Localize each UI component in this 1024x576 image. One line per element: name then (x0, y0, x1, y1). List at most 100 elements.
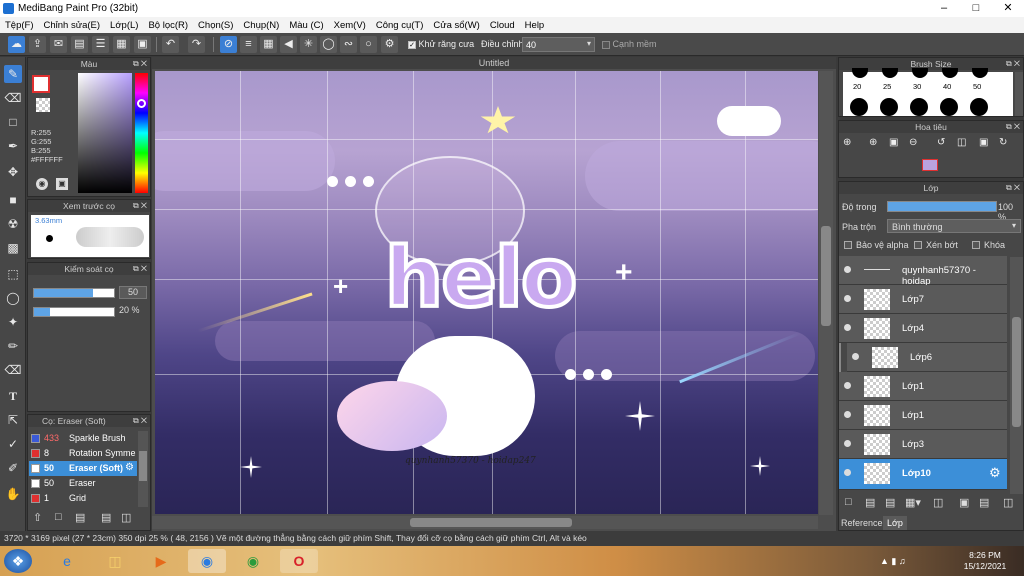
eyedropper-tool-icon[interactable]: ✓ (4, 435, 22, 453)
maximize-button[interactable]: □ (960, 0, 992, 17)
opacity-slider[interactable] (33, 307, 115, 317)
undo-icon[interactable]: ↶ (162, 36, 179, 53)
menu-layer[interactable]: Lớp(L) (105, 20, 143, 31)
redo-icon[interactable]: ↷ (188, 36, 205, 53)
internet-explorer-icon[interactable]: e (48, 549, 86, 573)
merge-down-icon[interactable]: ▤ (979, 496, 989, 509)
shape-tool-icon[interactable]: ■ (4, 191, 22, 209)
flip-icon[interactable]: ◫ (957, 137, 966, 148)
text-tool-icon[interactable]: T (4, 387, 22, 405)
menu-help[interactable]: Help (520, 20, 550, 31)
layer-row[interactable]: Lớp4 (839, 314, 1007, 343)
duplicate-layer-icon[interactable]: ▣ (959, 496, 969, 509)
cloud-icon[interactable]: ☁ (8, 36, 25, 53)
scrollbar-thumb[interactable] (1012, 317, 1021, 427)
dot-tool-icon[interactable]: □ (4, 113, 22, 131)
folder-icon[interactable]: ◫ (121, 511, 131, 524)
brush-list-item-selected[interactable]: 50 Eraser (Soft) ⚙ (29, 461, 137, 476)
brush-list-item[interactable]: 8 Rotation Symme (29, 446, 137, 461)
snap-off-icon[interactable]: ⊘ (220, 36, 237, 53)
eye-icon[interactable] (844, 295, 851, 302)
antialias-checkbox[interactable]: ✓ (408, 40, 416, 49)
select-pen-tool-icon[interactable]: ✏ (4, 337, 22, 355)
radial-snap-icon[interactable]: ✳ (300, 36, 317, 53)
zoom-fit-icon[interactable]: ⊕ (843, 137, 851, 148)
menu-edit[interactable]: Chỉnh sửa(E) (39, 20, 106, 31)
layer-row[interactable]: Lớp1 (839, 372, 1007, 401)
brush-list-item[interactable]: 1 Grid (29, 491, 137, 506)
eye-icon[interactable] (844, 411, 851, 418)
add-brush-icon[interactable]: ▤ (75, 511, 85, 524)
new-brush-icon[interactable]: □ (55, 511, 62, 523)
palette-icon[interactable]: ◉ (36, 178, 48, 190)
layer-row-selected[interactable]: Lớp10 ⚙ (839, 459, 1007, 490)
gradient-tool-icon[interactable]: ▩ (4, 239, 22, 257)
layers-scrollbar[interactable] (1010, 257, 1023, 494)
protect-alpha-checkbox[interactable] (844, 241, 852, 249)
add-layer-menu-icon[interactable]: ▦▾ (905, 496, 921, 509)
layer-opacity-slider[interactable] (887, 201, 997, 212)
document-canvas[interactable]: + + helo quynhanh57370 - hoidap247 (155, 71, 818, 514)
foreground-color-swatch[interactable] (32, 75, 50, 93)
navigator-thumbnail[interactable] (922, 159, 938, 171)
eye-icon[interactable] (844, 440, 851, 447)
vanishing-snap-icon[interactable]: ◀ (280, 36, 297, 53)
brush-size-option[interactable]: 30 (907, 68, 933, 116)
panel-close-icon[interactable]: ⧉ ✕ (133, 200, 147, 212)
pen-tool-2-icon[interactable]: ✐ (4, 459, 22, 477)
chevron-down-icon[interactable]: ▾ (587, 39, 591, 48)
rotate-left-icon[interactable]: ↺ (937, 137, 945, 148)
lasso-tool-icon[interactable]: ◯ (4, 289, 22, 307)
menu-select[interactable]: Chọn(S) (193, 20, 238, 31)
horizontal-scrollbar[interactable] (152, 516, 818, 529)
document-icon[interactable]: ▤ (71, 36, 88, 53)
layer-row[interactable]: Lớp1 (839, 401, 1007, 430)
brush-list-item[interactable]: 50 Eraser (29, 476, 137, 491)
magic-wand-tool-icon[interactable]: ✦ (4, 313, 22, 331)
eye-icon[interactable] (844, 469, 851, 476)
rotate-right-icon[interactable]: ↻ (999, 137, 1007, 148)
panel-close-icon[interactable]: ⧉ ✕ (1006, 121, 1020, 133)
trash-icon[interactable]: ◫ (1003, 496, 1013, 509)
eye-icon[interactable] (844, 266, 851, 273)
select-eraser-tool-icon[interactable]: ⌫ (4, 361, 22, 379)
hand-tool-icon[interactable]: ✋ (4, 485, 22, 503)
eraser-tool-icon[interactable]: ⌫ (4, 89, 22, 107)
menu-snap[interactable]: Chụp(N) (238, 20, 284, 31)
menu-view[interactable]: Xem(V) (329, 20, 371, 31)
size-slider[interactable] (33, 288, 115, 298)
curve-snap-icon[interactable]: ∾ (340, 36, 357, 53)
brush-tool-icon[interactable]: ✎ (4, 65, 22, 83)
pen-tool-icon[interactable]: ✒ (4, 137, 22, 155)
panel-close-icon[interactable]: ⧉ ✕ (133, 263, 147, 275)
brush-size-option[interactable]: 50 (967, 68, 993, 116)
folder-icon[interactable]: ◫ (933, 496, 943, 509)
new-8bit-layer-icon[interactable]: ▤ (885, 496, 895, 509)
new-layer-icon[interactable]: □ (845, 496, 852, 508)
menu-file[interactable]: Tệp(F) (0, 20, 39, 31)
menu-window[interactable]: Cửa sổ(W) (428, 20, 484, 31)
parallel-snap-icon[interactable]: ≡ (240, 36, 257, 53)
layer-row[interactable]: quynhanh57370 - hoidap (839, 256, 1007, 287)
reset-icon[interactable]: ▣ (979, 137, 988, 148)
zoom-out-icon[interactable]: ⊖ (909, 137, 917, 148)
settings-icon[interactable]: ⚙ (381, 36, 398, 53)
brush-size-scrollbar[interactable] (1015, 72, 1023, 116)
panel-close-icon[interactable]: ⧉ ✕ (1006, 182, 1020, 194)
gear-icon[interactable]: ⚙ (989, 465, 1001, 481)
new-halftone-layer-icon[interactable]: ▤ (865, 496, 875, 509)
blend-mode-select[interactable]: Bình thường ▾ (887, 219, 1021, 233)
brush-size-option[interactable]: 40 (937, 68, 963, 116)
menu-filter[interactable]: Bộ lọc(R) (143, 20, 193, 31)
eye-icon[interactable] (844, 382, 851, 389)
menu-cloud[interactable]: Cloud (485, 20, 520, 31)
opera-icon[interactable]: O (280, 549, 318, 573)
eye-icon[interactable] (844, 324, 851, 331)
eye-icon[interactable] (852, 353, 859, 360)
hue-slider-handle[interactable] (137, 99, 146, 108)
swatch-icon[interactable]: ▣ (56, 178, 68, 190)
close-button[interactable]: ✕ (992, 0, 1024, 17)
copy-brush-icon[interactable]: ▤ (101, 511, 111, 524)
start-button-icon[interactable]: ❖ (4, 549, 32, 573)
circle-snap-icon[interactable]: ◯ (320, 36, 337, 53)
